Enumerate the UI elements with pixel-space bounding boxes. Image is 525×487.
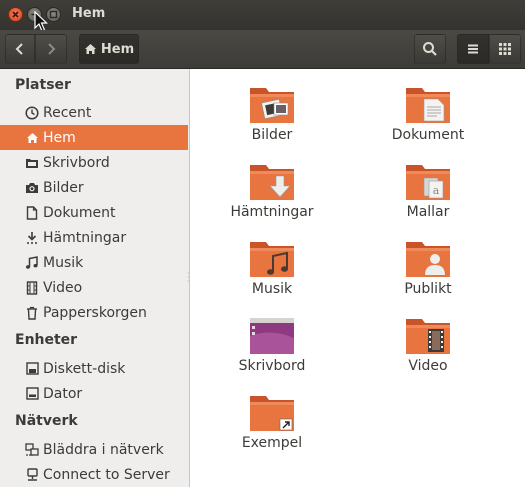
sidebar-item-label: Bläddra i nätverk bbox=[43, 441, 164, 458]
sidebar-item-connect-server[interactable]: Connect to Server bbox=[0, 462, 188, 487]
maximize-icon bbox=[49, 10, 58, 19]
toolbar: Hem bbox=[0, 30, 525, 69]
desktop-folder-icon bbox=[250, 318, 294, 354]
templates-folder-icon: a bbox=[406, 165, 450, 200]
sidebar-item-label: Hämtningar bbox=[43, 229, 127, 246]
sidebar-item-label: Hem bbox=[43, 129, 76, 146]
chevron-right-icon bbox=[48, 43, 56, 55]
folder-name: Musik bbox=[251, 281, 293, 297]
server-icon bbox=[22, 467, 42, 482]
folder-item[interactable]: Skrivbord bbox=[212, 316, 332, 374]
close-icon bbox=[12, 11, 19, 18]
desktop-folder-icon bbox=[22, 157, 42, 169]
network-icon bbox=[22, 442, 42, 457]
sidebar-item-home[interactable]: Hem bbox=[0, 125, 188, 150]
trash-icon bbox=[22, 306, 42, 320]
folder-name: Publikt bbox=[404, 281, 452, 297]
sidebar-section-network: Nätverk bbox=[15, 413, 78, 429]
forward-button[interactable] bbox=[35, 34, 67, 64]
folder-item[interactable]: a Mallar bbox=[368, 162, 488, 220]
download-icon bbox=[22, 231, 42, 245]
home-icon bbox=[22, 132, 42, 144]
sidebar-item-label: Papperskorgen bbox=[43, 304, 147, 321]
document-icon bbox=[22, 205, 42, 220]
sidebar: Platser Recent Hem Skrivbord Bilder Doku… bbox=[0, 69, 190, 487]
sidebar-item-video[interactable]: Video bbox=[0, 275, 188, 300]
folder-name: Video bbox=[408, 358, 448, 374]
sidebar-item-label: Dator bbox=[43, 385, 83, 402]
sidebar-item-computer[interactable]: Dator bbox=[0, 381, 188, 406]
linked-folder-icon bbox=[250, 396, 294, 431]
sidebar-section-devices: Enheter bbox=[15, 332, 78, 348]
sidebar-item-downloads[interactable]: Hämtningar bbox=[0, 225, 188, 250]
sidebar-item-floppy[interactable]: Diskett-disk bbox=[0, 356, 188, 381]
maximize-window-button[interactable] bbox=[46, 7, 61, 22]
sidebar-item-label: Video bbox=[43, 279, 83, 296]
sidebar-item-trash[interactable]: Papperskorgen bbox=[0, 300, 188, 325]
folder-name: Hämtningar bbox=[230, 204, 314, 220]
sidebar-item-recent[interactable]: Recent bbox=[0, 100, 188, 125]
film-icon bbox=[22, 280, 42, 295]
list-view-button[interactable] bbox=[457, 34, 489, 64]
sidebar-item-label: Musik bbox=[43, 254, 84, 271]
folder-item[interactable]: Bilder bbox=[212, 85, 332, 143]
documents-folder-icon bbox=[406, 88, 450, 123]
sidebar-section-places: Platser bbox=[15, 77, 71, 93]
sidebar-item-label: Recent bbox=[43, 104, 92, 121]
close-window-button[interactable] bbox=[8, 7, 23, 22]
music-icon bbox=[22, 255, 42, 270]
window-title: Hem bbox=[72, 6, 106, 21]
list-view-icon bbox=[468, 44, 478, 54]
search-icon bbox=[423, 42, 437, 56]
sidebar-item-label: Skrivbord bbox=[43, 154, 110, 171]
path-bar-home-button[interactable]: Hem bbox=[79, 34, 139, 64]
back-button[interactable] bbox=[5, 34, 35, 64]
file-view: Bilder Dokument Hämtningar a Mallar Musi… bbox=[190, 69, 525, 487]
folder-name: Mallar bbox=[406, 204, 450, 220]
grid-view-button[interactable] bbox=[489, 34, 521, 64]
music-folder-icon bbox=[250, 242, 294, 277]
folder-item[interactable]: Publikt bbox=[368, 239, 488, 297]
folder-item[interactable]: Musik bbox=[212, 239, 332, 297]
title-bar: Hem bbox=[0, 0, 525, 32]
folder-item[interactable]: Hämtningar bbox=[212, 162, 332, 220]
folder-item[interactable]: Video bbox=[368, 316, 488, 374]
folder-item[interactable]: Dokument bbox=[368, 85, 488, 143]
folder-name: Bilder bbox=[251, 127, 293, 143]
clock-icon bbox=[22, 105, 42, 120]
downloads-folder-icon bbox=[250, 165, 294, 200]
search-button[interactable] bbox=[414, 34, 446, 64]
grid-view-icon bbox=[499, 43, 511, 55]
sidebar-item-label: Dokument bbox=[43, 204, 116, 221]
pictures-folder-icon bbox=[250, 88, 294, 123]
folder-name: Skrivbord bbox=[238, 358, 306, 374]
camera-icon bbox=[22, 182, 42, 194]
floppy-icon bbox=[22, 362, 42, 375]
folder-name: Exempel bbox=[241, 435, 303, 451]
sidebar-item-browse-network[interactable]: Bläddra i nätverk bbox=[0, 437, 188, 462]
drive-icon bbox=[22, 387, 42, 400]
video-folder-icon bbox=[406, 319, 450, 354]
folder-name: Dokument bbox=[391, 127, 465, 143]
sidebar-item-desktop[interactable]: Skrivbord bbox=[0, 150, 188, 175]
sidebar-item-documents[interactable]: Dokument bbox=[0, 200, 188, 225]
sidebar-item-label: Diskett-disk bbox=[43, 360, 126, 377]
path-bar-label: Hem bbox=[100, 41, 135, 57]
sidebar-item-label: Connect to Server bbox=[43, 466, 170, 483]
folder-item[interactable]: Exempel bbox=[212, 393, 332, 451]
sidebar-item-pictures[interactable]: Bilder bbox=[0, 175, 188, 200]
chevron-left-icon bbox=[15, 43, 23, 55]
svg-text:a: a bbox=[433, 184, 440, 197]
sidebar-item-label: Bilder bbox=[43, 179, 84, 196]
home-icon bbox=[84, 44, 96, 54]
public-folder-icon bbox=[406, 242, 450, 277]
sidebar-item-music[interactable]: Musik bbox=[0, 250, 188, 275]
